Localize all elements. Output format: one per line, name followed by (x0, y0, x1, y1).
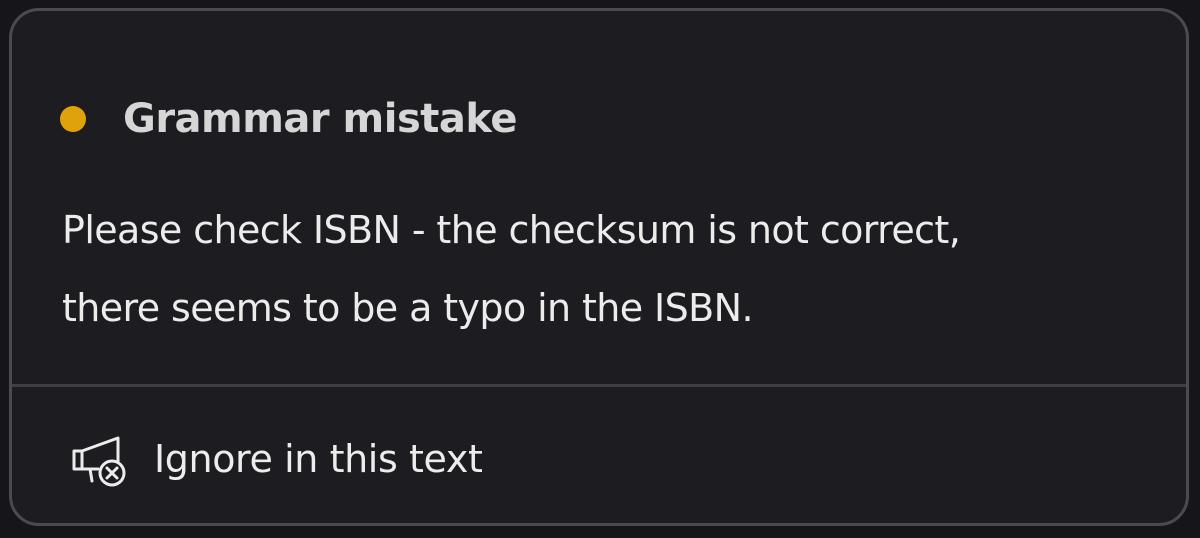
suggestion-header: Grammar mistake (60, 91, 518, 147)
ignore-in-text-button[interactable]: Ignore in this text (68, 427, 483, 491)
message-line: there seems to be a typo in the ISBN. (62, 286, 754, 330)
grammar-suggestion-card: Grammar mistake Please check ISBN - the … (9, 8, 1189, 526)
divider (12, 384, 1186, 387)
ignore-megaphone-icon (72, 436, 126, 487)
message-line: Please check ISBN - the checksum is not … (62, 208, 961, 252)
category-indicator-dot (60, 106, 86, 132)
ignore-in-text-label: Ignore in this text (154, 437, 483, 481)
suggestion-category-title: Grammar mistake (123, 96, 518, 142)
suggestion-message: Please check ISBN - the checksum is not … (62, 191, 1142, 347)
